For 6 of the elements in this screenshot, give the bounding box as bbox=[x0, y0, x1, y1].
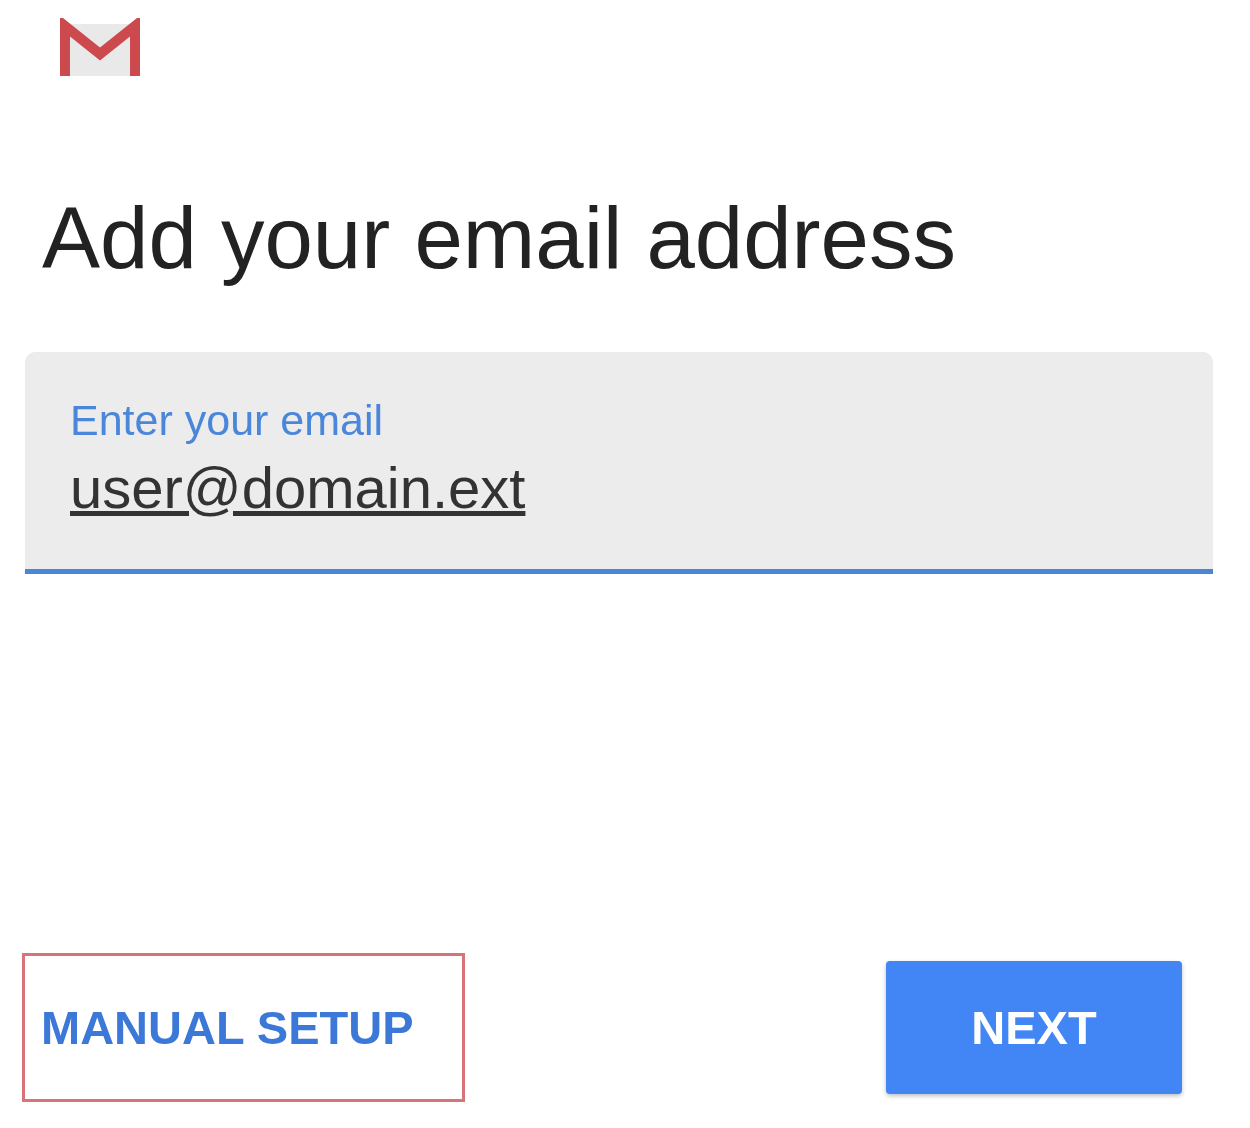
email-value[interactable]: user@domain.ext bbox=[70, 454, 526, 522]
manual-setup-button[interactable]: MANUAL SETUP bbox=[41, 992, 414, 1063]
email-field-label: Enter your email bbox=[70, 396, 385, 444]
email-field[interactable]: Enter your email user@domain.ext bbox=[25, 352, 1213, 574]
page-heading: Add your email address bbox=[42, 188, 957, 288]
next-button[interactable]: NEXT bbox=[886, 961, 1182, 1094]
